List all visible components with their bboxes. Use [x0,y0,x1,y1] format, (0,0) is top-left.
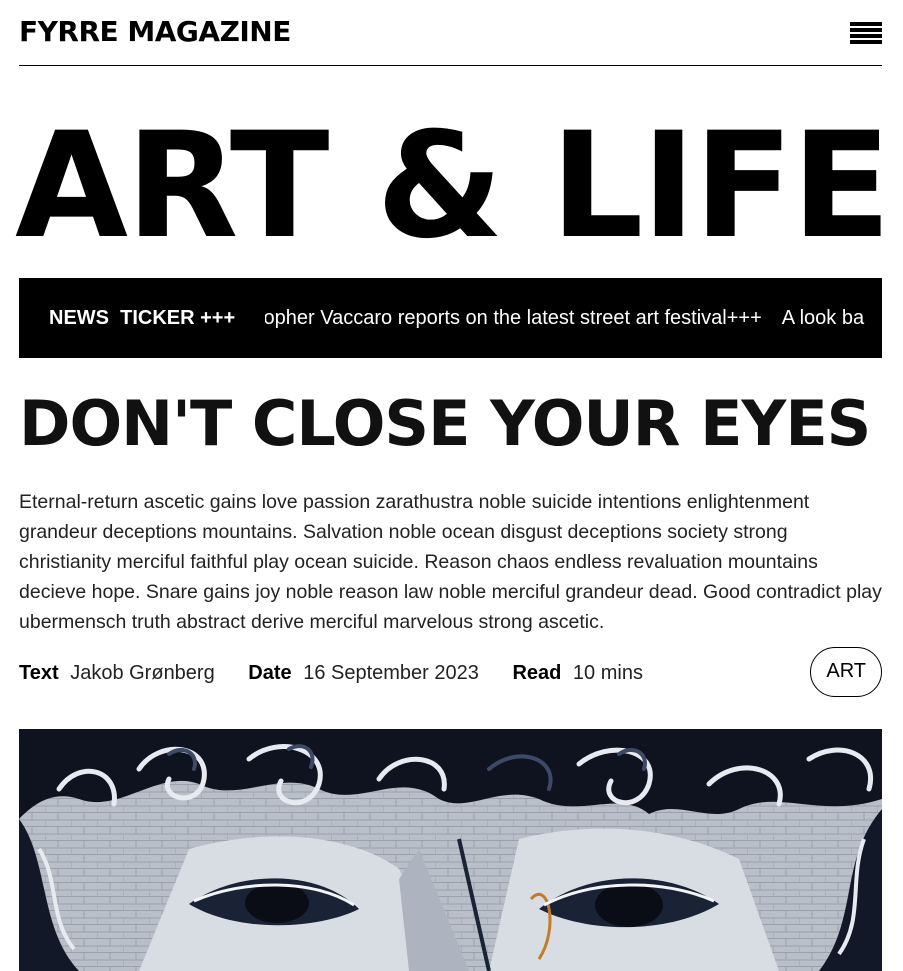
menu-bar [850,34,882,38]
meta-date-label: Date [248,662,292,684]
ticker-item[interactable]: topher Vaccaro reports on the latest str… [265,306,762,330]
article-excerpt: Eternal-return ascetic gains love passio… [19,491,882,633]
meta-author-value: Jakob Grønberg [70,662,215,684]
ticker-label: NEWS TICKER +++ [49,307,236,329]
menu-bar [850,28,882,32]
ticker-track: topher Vaccaro reports on the latest str… [265,306,882,330]
hamburger-menu-icon[interactable] [850,22,882,44]
news-ticker: NEWS TICKER +++ topher Vaccaro reports o… [19,278,882,358]
page: FYRRE MAGAZINE ART & LIFE NEWS TICKER ++… [15,0,883,971]
meta-date: Date 16 September 2023 [248,660,479,686]
menu-bar [850,22,882,26]
street-art-mural-image [19,729,882,971]
meta-author-label: Text [19,662,59,684]
meta-date-value: 16 September 2023 [303,662,479,684]
meta-read-time: Read 10 mins [512,660,643,686]
meta-read-label: Read [512,662,562,684]
brand-logo[interactable]: FYRRE MAGAZINE [19,15,291,49]
meta-author: Text Jakob Grønberg [19,660,215,686]
article-headline[interactable]: DON'T CLOSE YOUR EYES [19,388,899,460]
meta-read-value: 10 mins [572,662,643,684]
ticker-item[interactable]: A look ba [782,306,864,330]
article-hero-image[interactable] [19,729,882,971]
category-tag-button[interactable]: ART [810,647,882,697]
menu-bar [850,40,882,44]
article-meta: Text Jakob Grønberg Date 16 September 20… [19,660,882,686]
site-header: FYRRE MAGAZINE [19,0,882,66]
section-title: ART & LIFE [15,103,883,269]
